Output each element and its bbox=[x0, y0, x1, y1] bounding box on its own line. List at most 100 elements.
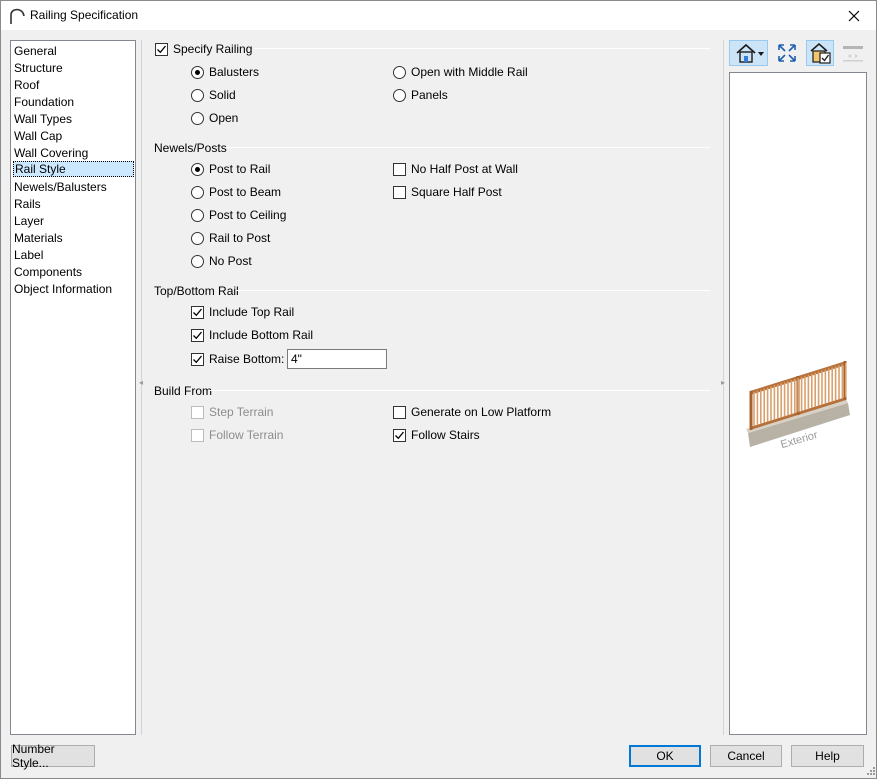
radio-button[interactable] bbox=[191, 208, 204, 222]
radio-panels-label: Panels bbox=[411, 88, 448, 102]
radio-button[interactable] bbox=[191, 231, 204, 245]
radio-no-post-label: No Post bbox=[209, 254, 252, 268]
include-bottom-rail-checkbox[interactable]: Include Bottom Rail bbox=[191, 327, 313, 343]
category-item-general[interactable]: General bbox=[13, 43, 134, 59]
left-splitter-grip: ◂ bbox=[139, 378, 144, 387]
radio-button[interactable] bbox=[191, 254, 204, 268]
specify-railing-checkbox[interactable]: Specify Railing bbox=[155, 41, 252, 57]
split-view-icon bbox=[843, 46, 863, 62]
category-item-layer[interactable]: Layer bbox=[13, 213, 134, 229]
step-terrain-checkbox[interactable]: Step Terrain bbox=[191, 404, 273, 420]
resize-grip-icon[interactable] bbox=[865, 767, 875, 777]
title-bar: Railing Specification bbox=[0, 0, 877, 31]
no-half-post-label: No Half Post at Wall bbox=[411, 162, 518, 176]
no-half-post-checkbox[interactable]: No Half Post at Wall bbox=[393, 161, 518, 177]
category-item-roof[interactable]: Roof bbox=[13, 77, 134, 93]
window-title: Railing Specification bbox=[30, 8, 139, 22]
radio-open[interactable]: Open bbox=[191, 110, 238, 126]
specify-railing-divider bbox=[254, 48, 710, 49]
fill-window-icon bbox=[778, 44, 796, 62]
include-top-rail-label: Include Top Rail bbox=[209, 305, 295, 319]
radio-rail-to-post[interactable]: Rail to Post bbox=[191, 230, 270, 246]
close-button[interactable] bbox=[831, 0, 877, 31]
checkbox-box[interactable] bbox=[191, 328, 204, 342]
checkbox-box[interactable] bbox=[191, 352, 204, 366]
radio-post-to-beam[interactable]: Post to Beam bbox=[191, 184, 281, 200]
top-bottom-rail-heading: Top/Bottom Rail bbox=[154, 284, 239, 298]
ok-button[interactable]: OK bbox=[629, 745, 701, 767]
checkbox-box[interactable] bbox=[393, 162, 406, 176]
preview-pane[interactable]: Exterior bbox=[729, 72, 867, 735]
checkmark-icon bbox=[193, 355, 203, 363]
raise-bottom-checkbox[interactable]: Raise Bottom: bbox=[191, 351, 284, 367]
category-item-structure[interactable]: Structure bbox=[13, 60, 134, 76]
checkbox-box[interactable] bbox=[191, 305, 204, 319]
checkbox-box[interactable] bbox=[393, 405, 406, 419]
radio-button[interactable] bbox=[191, 88, 204, 102]
top-bottom-rail-divider bbox=[236, 290, 710, 291]
radio-open-middle-rail[interactable]: Open with Middle Rail bbox=[393, 64, 528, 80]
preview-toggle-button[interactable] bbox=[806, 40, 834, 66]
category-item-newels-balusters[interactable]: Newels/Balusters bbox=[13, 179, 134, 195]
checkbox-box[interactable] bbox=[393, 185, 406, 199]
category-item-components[interactable]: Components bbox=[13, 264, 134, 280]
right-splitter[interactable] bbox=[723, 40, 724, 735]
radio-button[interactable] bbox=[191, 111, 204, 125]
checkbox-box[interactable] bbox=[191, 405, 204, 419]
square-half-post-label: Square Half Post bbox=[411, 185, 502, 199]
radio-post-to-rail[interactable]: Post to Rail bbox=[191, 161, 270, 177]
square-half-post-checkbox[interactable]: Square Half Post bbox=[393, 184, 502, 200]
radio-open-label: Open bbox=[209, 111, 239, 125]
category-item-wall-cap[interactable]: Wall Cap bbox=[13, 128, 134, 144]
checkbox-box[interactable] bbox=[191, 428, 204, 442]
specify-railing-label: Specify Railing bbox=[173, 42, 253, 56]
railing-preview-image: Exterior bbox=[746, 361, 850, 451]
radio-button[interactable] bbox=[191, 162, 204, 176]
include-bottom-rail-label: Include Bottom Rail bbox=[209, 328, 314, 342]
category-list[interactable]: General Structure Roof Foundation Wall T… bbox=[10, 40, 136, 735]
house-view-icon bbox=[735, 43, 764, 63]
view-type-dropdown-button[interactable] bbox=[729, 40, 768, 66]
checkmark-icon bbox=[157, 45, 167, 53]
app-icon bbox=[10, 8, 25, 24]
category-item-wall-types[interactable]: Wall Types bbox=[13, 111, 134, 127]
step-terrain-label: Step Terrain bbox=[209, 405, 274, 419]
category-item-label[interactable]: Label bbox=[13, 247, 134, 263]
help-button[interactable]: Help bbox=[791, 745, 864, 767]
disabled-toolbar-button bbox=[840, 40, 866, 66]
radio-panels[interactable]: Panels bbox=[393, 87, 448, 103]
follow-stairs-checkbox[interactable]: Follow Stairs bbox=[393, 427, 480, 443]
category-item-object-information[interactable]: Object Information bbox=[13, 281, 134, 297]
follow-stairs-label: Follow Stairs bbox=[411, 428, 480, 442]
radio-solid[interactable]: Solid bbox=[191, 87, 236, 103]
radio-solid-label: Solid bbox=[209, 88, 236, 102]
radio-post-to-ceiling[interactable]: Post to Ceiling bbox=[191, 207, 286, 223]
category-item-rails[interactable]: Rails bbox=[13, 196, 134, 212]
radio-no-post[interactable]: No Post bbox=[191, 253, 252, 269]
category-item-rail-style[interactable]: Rail Style bbox=[13, 161, 134, 177]
number-style-button[interactable]: Number Style... bbox=[11, 742, 95, 770]
left-splitter[interactable] bbox=[141, 40, 142, 735]
category-item-wall-covering[interactable]: Wall Covering bbox=[13, 145, 134, 161]
radio-balusters-label: Balusters bbox=[209, 65, 260, 79]
checkbox-box[interactable] bbox=[155, 42, 168, 56]
radio-button[interactable] bbox=[393, 88, 406, 102]
radio-balusters[interactable]: Balusters bbox=[191, 64, 259, 80]
checkbox-box[interactable] bbox=[393, 428, 406, 442]
category-item-foundation[interactable]: Foundation bbox=[13, 94, 134, 110]
category-item-materials[interactable]: Materials bbox=[13, 230, 134, 246]
include-top-rail-checkbox[interactable]: Include Top Rail bbox=[191, 304, 294, 320]
follow-terrain-checkbox[interactable]: Follow Terrain bbox=[191, 427, 283, 443]
radio-button[interactable] bbox=[191, 65, 204, 79]
cancel-button[interactable]: Cancel bbox=[710, 745, 782, 767]
radio-button[interactable] bbox=[191, 185, 204, 199]
right-splitter-grip: ▸ bbox=[721, 378, 726, 387]
fill-window-button[interactable] bbox=[774, 40, 800, 66]
radio-post-to-beam-label: Post to Beam bbox=[209, 185, 282, 199]
follow-terrain-label: Follow Terrain bbox=[209, 428, 284, 442]
newels-posts-heading: Newels/Posts bbox=[154, 141, 227, 155]
checkmark-icon bbox=[395, 431, 405, 439]
raise-bottom-input[interactable] bbox=[287, 349, 387, 369]
radio-button[interactable] bbox=[393, 65, 406, 79]
generate-low-platform-checkbox[interactable]: Generate on Low Platform bbox=[393, 404, 551, 420]
